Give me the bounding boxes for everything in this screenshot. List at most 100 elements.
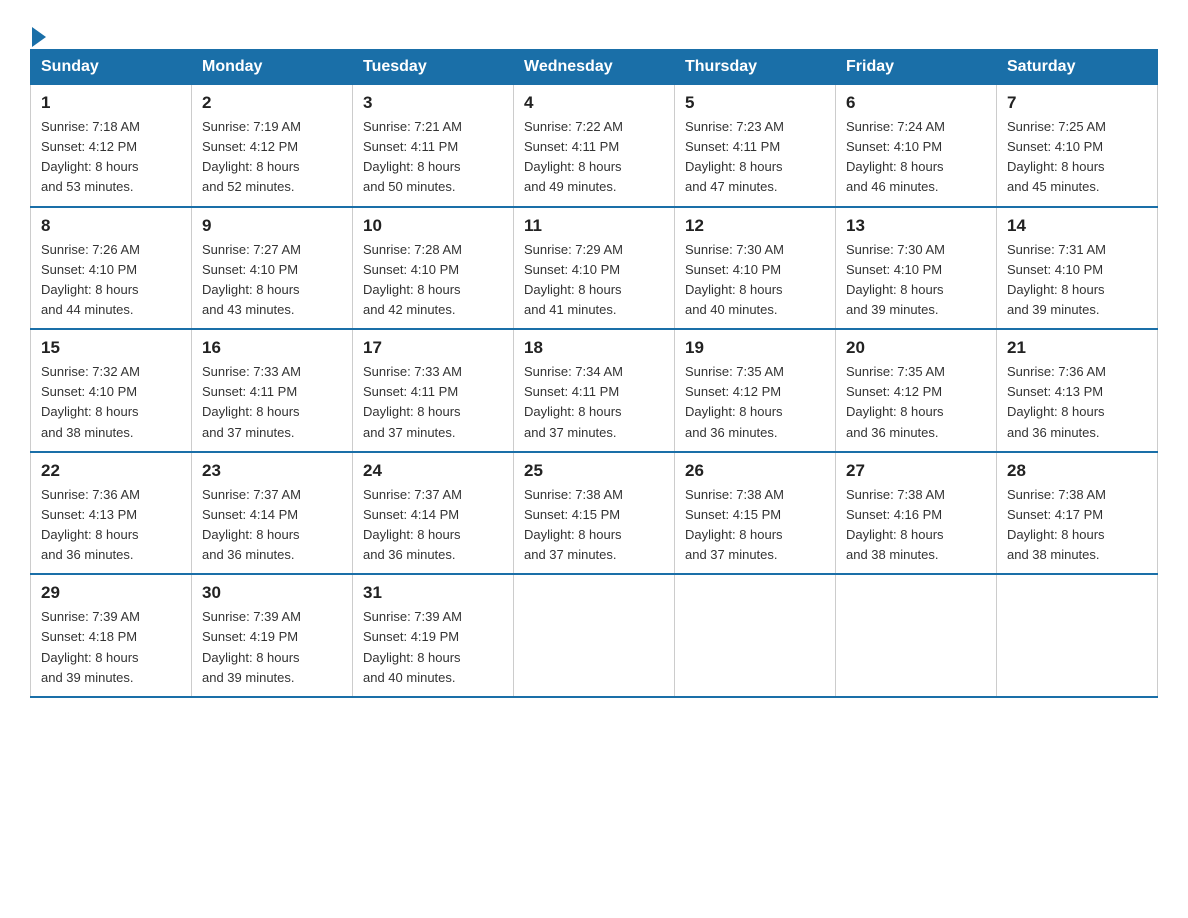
day-number: 30 [202,583,342,603]
day-info: Sunrise: 7:24 AMSunset: 4:10 PMDaylight:… [846,119,945,194]
calendar-cell: 27 Sunrise: 7:38 AMSunset: 4:16 PMDaylig… [836,452,997,575]
day-info: Sunrise: 7:38 AMSunset: 4:17 PMDaylight:… [1007,487,1106,562]
day-number: 9 [202,216,342,236]
day-number: 31 [363,583,503,603]
day-info: Sunrise: 7:32 AMSunset: 4:10 PMDaylight:… [41,364,140,439]
day-number: 12 [685,216,825,236]
weekday-header-wednesday: Wednesday [514,50,675,85]
day-info: Sunrise: 7:33 AMSunset: 4:11 PMDaylight:… [202,364,301,439]
calendar-table: SundayMondayTuesdayWednesdayThursdayFrid… [30,49,1158,698]
day-number: 20 [846,338,986,358]
weekday-header-monday: Monday [192,50,353,85]
calendar-cell: 7 Sunrise: 7:25 AMSunset: 4:10 PMDayligh… [997,85,1158,207]
day-info: Sunrise: 7:35 AMSunset: 4:12 PMDaylight:… [685,364,784,439]
day-number: 25 [524,461,664,481]
day-number: 27 [846,461,986,481]
day-number: 7 [1007,93,1147,113]
day-info: Sunrise: 7:26 AMSunset: 4:10 PMDaylight:… [41,242,140,317]
day-number: 14 [1007,216,1147,236]
calendar-cell: 16 Sunrise: 7:33 AMSunset: 4:11 PMDaylig… [192,329,353,452]
day-number: 10 [363,216,503,236]
day-info: Sunrise: 7:28 AMSunset: 4:10 PMDaylight:… [363,242,462,317]
day-number: 17 [363,338,503,358]
calendar-week-row: 22 Sunrise: 7:36 AMSunset: 4:13 PMDaylig… [31,452,1158,575]
day-number: 28 [1007,461,1147,481]
weekday-header-sunday: Sunday [31,50,192,85]
calendar-cell: 4 Sunrise: 7:22 AMSunset: 4:11 PMDayligh… [514,85,675,207]
calendar-week-row: 8 Sunrise: 7:26 AMSunset: 4:10 PMDayligh… [31,207,1158,330]
day-number: 5 [685,93,825,113]
day-info: Sunrise: 7:39 AMSunset: 4:18 PMDaylight:… [41,609,140,684]
calendar-cell: 14 Sunrise: 7:31 AMSunset: 4:10 PMDaylig… [997,207,1158,330]
weekday-header-tuesday: Tuesday [353,50,514,85]
day-number: 4 [524,93,664,113]
day-info: Sunrise: 7:37 AMSunset: 4:14 PMDaylight:… [202,487,301,562]
calendar-cell [997,574,1158,697]
calendar-cell: 21 Sunrise: 7:36 AMSunset: 4:13 PMDaylig… [997,329,1158,452]
calendar-cell: 29 Sunrise: 7:39 AMSunset: 4:18 PMDaylig… [31,574,192,697]
calendar-cell: 15 Sunrise: 7:32 AMSunset: 4:10 PMDaylig… [31,329,192,452]
day-info: Sunrise: 7:25 AMSunset: 4:10 PMDaylight:… [1007,119,1106,194]
calendar-cell [836,574,997,697]
logo-arrow-icon [32,27,46,47]
day-info: Sunrise: 7:38 AMSunset: 4:15 PMDaylight:… [685,487,784,562]
calendar-cell: 1 Sunrise: 7:18 AMSunset: 4:12 PMDayligh… [31,85,192,207]
calendar-cell: 12 Sunrise: 7:30 AMSunset: 4:10 PMDaylig… [675,207,836,330]
calendar-cell: 11 Sunrise: 7:29 AMSunset: 4:10 PMDaylig… [514,207,675,330]
calendar-cell: 20 Sunrise: 7:35 AMSunset: 4:12 PMDaylig… [836,329,997,452]
day-info: Sunrise: 7:37 AMSunset: 4:14 PMDaylight:… [363,487,462,562]
day-info: Sunrise: 7:35 AMSunset: 4:12 PMDaylight:… [846,364,945,439]
day-info: Sunrise: 7:34 AMSunset: 4:11 PMDaylight:… [524,364,623,439]
calendar-cell: 3 Sunrise: 7:21 AMSunset: 4:11 PMDayligh… [353,85,514,207]
weekday-header-row: SundayMondayTuesdayWednesdayThursdayFrid… [31,50,1158,85]
day-number: 29 [41,583,181,603]
day-info: Sunrise: 7:39 AMSunset: 4:19 PMDaylight:… [202,609,301,684]
weekday-header-friday: Friday [836,50,997,85]
calendar-cell: 2 Sunrise: 7:19 AMSunset: 4:12 PMDayligh… [192,85,353,207]
calendar-cell: 28 Sunrise: 7:38 AMSunset: 4:17 PMDaylig… [997,452,1158,575]
page-header [30,20,1158,39]
day-info: Sunrise: 7:22 AMSunset: 4:11 PMDaylight:… [524,119,623,194]
day-number: 16 [202,338,342,358]
day-number: 11 [524,216,664,236]
day-number: 19 [685,338,825,358]
calendar-cell [675,574,836,697]
day-info: Sunrise: 7:30 AMSunset: 4:10 PMDaylight:… [846,242,945,317]
day-number: 23 [202,461,342,481]
calendar-cell: 19 Sunrise: 7:35 AMSunset: 4:12 PMDaylig… [675,329,836,452]
calendar-cell: 8 Sunrise: 7:26 AMSunset: 4:10 PMDayligh… [31,207,192,330]
weekday-header-thursday: Thursday [675,50,836,85]
day-number: 15 [41,338,181,358]
calendar-cell: 6 Sunrise: 7:24 AMSunset: 4:10 PMDayligh… [836,85,997,207]
calendar-week-row: 1 Sunrise: 7:18 AMSunset: 4:12 PMDayligh… [31,85,1158,207]
day-number: 18 [524,338,664,358]
day-number: 8 [41,216,181,236]
day-info: Sunrise: 7:31 AMSunset: 4:10 PMDaylight:… [1007,242,1106,317]
day-info: Sunrise: 7:38 AMSunset: 4:16 PMDaylight:… [846,487,945,562]
day-info: Sunrise: 7:33 AMSunset: 4:11 PMDaylight:… [363,364,462,439]
day-info: Sunrise: 7:18 AMSunset: 4:12 PMDaylight:… [41,119,140,194]
day-number: 2 [202,93,342,113]
logo [30,25,46,39]
day-info: Sunrise: 7:29 AMSunset: 4:10 PMDaylight:… [524,242,623,317]
calendar-cell: 22 Sunrise: 7:36 AMSunset: 4:13 PMDaylig… [31,452,192,575]
calendar-cell: 31 Sunrise: 7:39 AMSunset: 4:19 PMDaylig… [353,574,514,697]
calendar-cell: 5 Sunrise: 7:23 AMSunset: 4:11 PMDayligh… [675,85,836,207]
day-info: Sunrise: 7:39 AMSunset: 4:19 PMDaylight:… [363,609,462,684]
day-number: 3 [363,93,503,113]
day-info: Sunrise: 7:36 AMSunset: 4:13 PMDaylight:… [41,487,140,562]
calendar-cell: 23 Sunrise: 7:37 AMSunset: 4:14 PMDaylig… [192,452,353,575]
day-number: 13 [846,216,986,236]
calendar-cell: 25 Sunrise: 7:38 AMSunset: 4:15 PMDaylig… [514,452,675,575]
day-number: 22 [41,461,181,481]
day-info: Sunrise: 7:30 AMSunset: 4:10 PMDaylight:… [685,242,784,317]
day-number: 24 [363,461,503,481]
day-info: Sunrise: 7:36 AMSunset: 4:13 PMDaylight:… [1007,364,1106,439]
calendar-cell: 18 Sunrise: 7:34 AMSunset: 4:11 PMDaylig… [514,329,675,452]
calendar-cell: 9 Sunrise: 7:27 AMSunset: 4:10 PMDayligh… [192,207,353,330]
day-info: Sunrise: 7:23 AMSunset: 4:11 PMDaylight:… [685,119,784,194]
day-number: 21 [1007,338,1147,358]
calendar-cell: 10 Sunrise: 7:28 AMSunset: 4:10 PMDaylig… [353,207,514,330]
day-number: 26 [685,461,825,481]
calendar-cell: 24 Sunrise: 7:37 AMSunset: 4:14 PMDaylig… [353,452,514,575]
